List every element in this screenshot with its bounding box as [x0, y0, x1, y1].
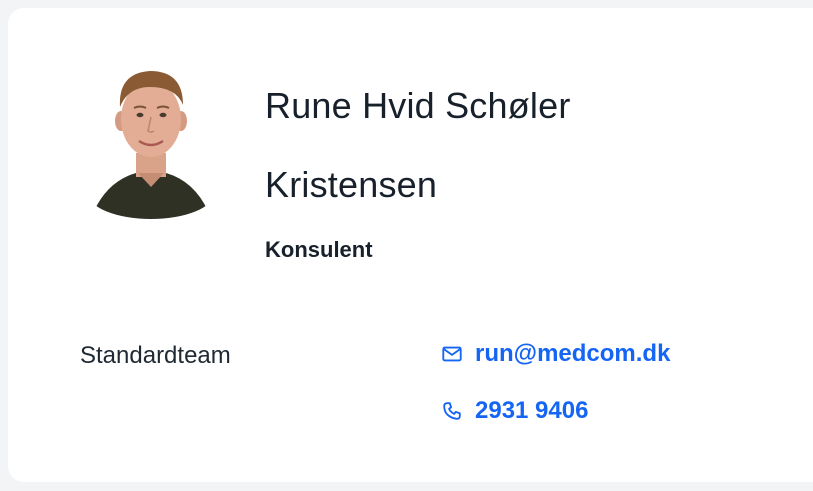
- contact-card: Rune Hvid Schøler Kristensen Konsulent S…: [8, 8, 813, 482]
- email-link[interactable]: run@medcom.dk: [441, 342, 670, 366]
- phone-link[interactable]: 2931 9406: [441, 399, 588, 423]
- person-name-line2: Kristensen: [265, 164, 438, 205]
- person-name-line1: Rune Hvid Schøler: [265, 85, 571, 126]
- phone-number: 2931 9406: [475, 397, 589, 424]
- profile-photo: [88, 61, 214, 219]
- job-title: Konsulent: [265, 237, 373, 262]
- team-name: Standardteam: [80, 342, 231, 369]
- phone-icon: [443, 402, 461, 420]
- mail-icon: [442, 346, 462, 362]
- email-address: run@medcom.dk: [475, 340, 671, 367]
